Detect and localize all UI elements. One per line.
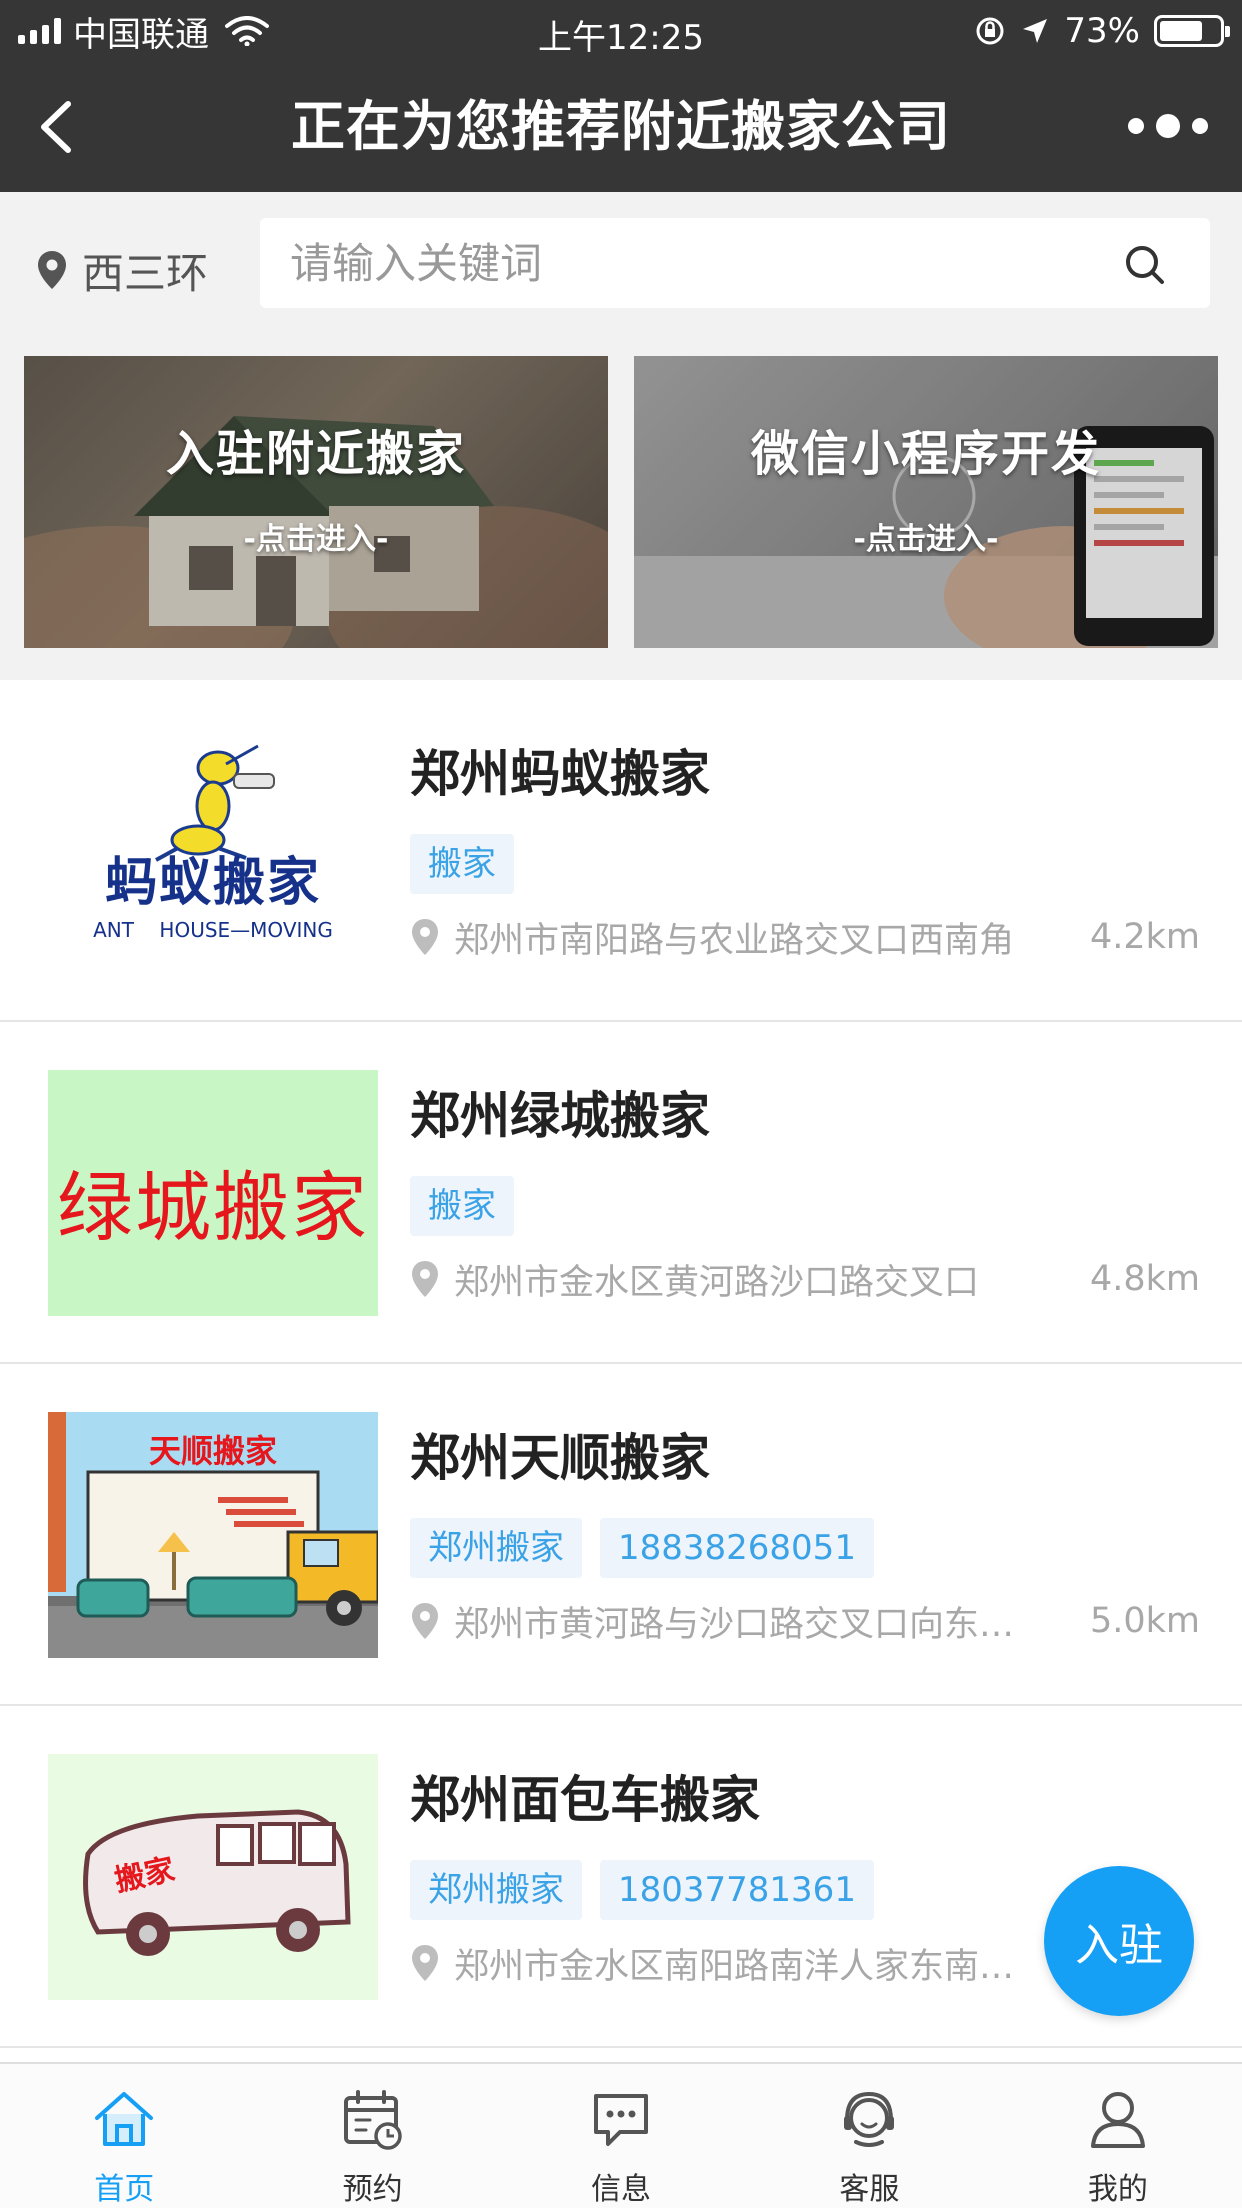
logo-subtext: ANT HOUSE—MOVING <box>93 918 333 942</box>
list-item[interactable]: 搬家 郑州面包车搬家 郑州搬家 18037781361 郑州市金水区南阳路南洋人… <box>0 1706 1242 2048</box>
company-name: 郑州蚂蚁搬家 <box>410 745 710 803</box>
logo-text: 蚂蚁搬家 <box>104 853 321 913</box>
user-icon <box>1090 2092 1145 2148</box>
status-bar: 中国联通 上午12:25 73% <box>0 0 1242 62</box>
tab-booking[interactable]: 预约 <box>248 2064 496 2208</box>
more-options-button[interactable] <box>1128 106 1208 146</box>
location-arrow-icon <box>1023 19 1048 43</box>
company-logo: 天顺搬家 <box>48 1412 378 1658</box>
message-icon <box>594 2094 649 2146</box>
phone-in-hand-image <box>634 356 1218 648</box>
list-item[interactable]: 绿城搬家 郑州绿城搬家 搬家 郑州市金水区黄河路沙口路交叉口 4.8km <box>0 1022 1242 1364</box>
tab-label: 预约 <box>342 2172 403 2207</box>
page-title: 正在为您推荐附近搬家公司 <box>291 95 951 158</box>
location-pin-icon <box>38 251 66 289</box>
search-icon[interactable] <box>1124 244 1166 286</box>
company-logo: 蚂蚁搬家 ANT HOUSE—MOVING <box>48 728 378 974</box>
header-region: 西三环 入驻附近搬家 -点击进入- <box>0 192 1242 680</box>
banner-subtitle: -点击进入- <box>243 522 389 557</box>
tab-bar: 首页 预约 信息 客服 我的 <box>0 2062 1242 2208</box>
company-address: 郑州市南阳路与农业路交叉口西南角 <box>454 920 1015 961</box>
rotation-lock-icon <box>976 17 1004 45</box>
tab-customer-service[interactable]: 客服 <box>745 2064 993 2208</box>
address-row: 郑州市南阳路与农业路交叉口西南角 4.2km <box>410 912 1200 962</box>
list-item[interactable]: 蚂蚁搬家 ANT HOUSE—MOVING 郑州蚂蚁搬家 搬家 郑州市南阳路与农… <box>0 680 1242 1022</box>
phone-tag[interactable]: 18838268051 <box>600 1518 874 1578</box>
location-pin-icon <box>412 1603 438 1639</box>
home-icon <box>95 2092 154 2146</box>
more-dot-icon <box>1192 118 1208 134</box>
banner-mini-program[interactable]: 微信小程序开发 -点击进入- <box>634 356 1218 648</box>
customer-service-icon <box>844 2091 895 2147</box>
join-button[interactable]: 入驻 <box>1044 1866 1194 2016</box>
banner-join-nearby[interactable]: 入驻附近搬家 -点击进入- <box>24 356 608 648</box>
company-name: 郑州天顺搬家 <box>410 1429 710 1487</box>
battery-icon <box>1154 15 1230 47</box>
search-input[interactable] <box>290 218 1110 308</box>
tab-label: 首页 <box>94 2172 155 2207</box>
company-address: 郑州市黄河路与沙口路交叉口向东… <box>454 1604 1015 1645</box>
banner-subtitle: -点击进入- <box>853 522 999 557</box>
tag-group: 搬家 <box>410 1176 514 1236</box>
company-name: 郑州面包车搬家 <box>410 1771 760 1829</box>
location-pin-icon <box>412 1945 438 1981</box>
van-image <box>83 1809 351 1956</box>
company-distance: 4.8km <box>1089 1259 1200 1299</box>
banner-title: 微信小程序开发 <box>750 426 1101 482</box>
list-item[interactable]: 天顺搬家 郑州天顺搬家 郑州搬家 18838268051 郑州市黄河路与沙口路交… <box>0 1364 1242 1706</box>
company-distance: 4.2km <box>1089 917 1200 957</box>
tab-home[interactable]: 首页 <box>0 2064 248 2208</box>
house-in-hands-image <box>24 356 608 648</box>
location-pin-icon <box>412 1261 438 1297</box>
battery-percent: 73% <box>1064 11 1140 51</box>
location-pin-icon <box>412 919 438 955</box>
location-selector[interactable]: 西三环 <box>36 238 208 302</box>
company-address: 郑州市金水区黄河路沙口路交叉口 <box>454 1262 980 1303</box>
nav-bar: 正在为您推荐附近搬家公司 <box>0 62 1242 192</box>
tag-group: 搬家 <box>410 834 514 894</box>
tag: 搬家 <box>410 834 514 894</box>
battery-level <box>1160 21 1203 41</box>
tab-label: 客服 <box>839 2172 900 2207</box>
banner-title: 入驻附近搬家 <box>165 426 466 482</box>
tag: 郑州搬家 <box>410 1860 582 1920</box>
search-box[interactable] <box>260 218 1210 308</box>
company-distance: 5.0km <box>1089 1601 1200 1641</box>
logo-text: 天顺搬家 <box>148 1432 277 1470</box>
company-list: 蚂蚁搬家 ANT HOUSE—MOVING 郑州蚂蚁搬家 搬家 郑州市南阳路与农… <box>0 680 1242 2048</box>
address-row: 郑州市黄河路与沙口路交叉口向东… 5.0km <box>410 1596 1200 1646</box>
company-logo: 绿城搬家 <box>48 1070 378 1316</box>
tab-me[interactable]: 我的 <box>994 2064 1242 2208</box>
tab-messages[interactable]: 信息 <box>497 2064 745 2208</box>
tag: 搬家 <box>410 1176 514 1236</box>
tag-group: 郑州搬家 18037781361 <box>410 1860 874 1920</box>
tab-label: 信息 <box>591 2172 652 2207</box>
logo-text: 绿城搬家 <box>57 1163 369 1252</box>
tag: 郑州搬家 <box>410 1518 582 1578</box>
more-dot-icon <box>1156 114 1180 138</box>
more-dot-icon <box>1128 118 1144 134</box>
company-logo: 搬家 <box>48 1754 378 2000</box>
tab-label: 我的 <box>1087 2172 1148 2207</box>
location-label: 西三环 <box>82 248 209 298</box>
tag-group: 郑州搬家 18838268051 <box>410 1518 874 1578</box>
calendar-icon <box>343 2090 402 2150</box>
phone-tag[interactable]: 18037781361 <box>600 1860 874 1920</box>
address-row: 郑州市金水区黄河路沙口路交叉口 4.8km <box>410 1254 1200 1304</box>
company-name: 郑州绿城搬家 <box>410 1087 710 1145</box>
